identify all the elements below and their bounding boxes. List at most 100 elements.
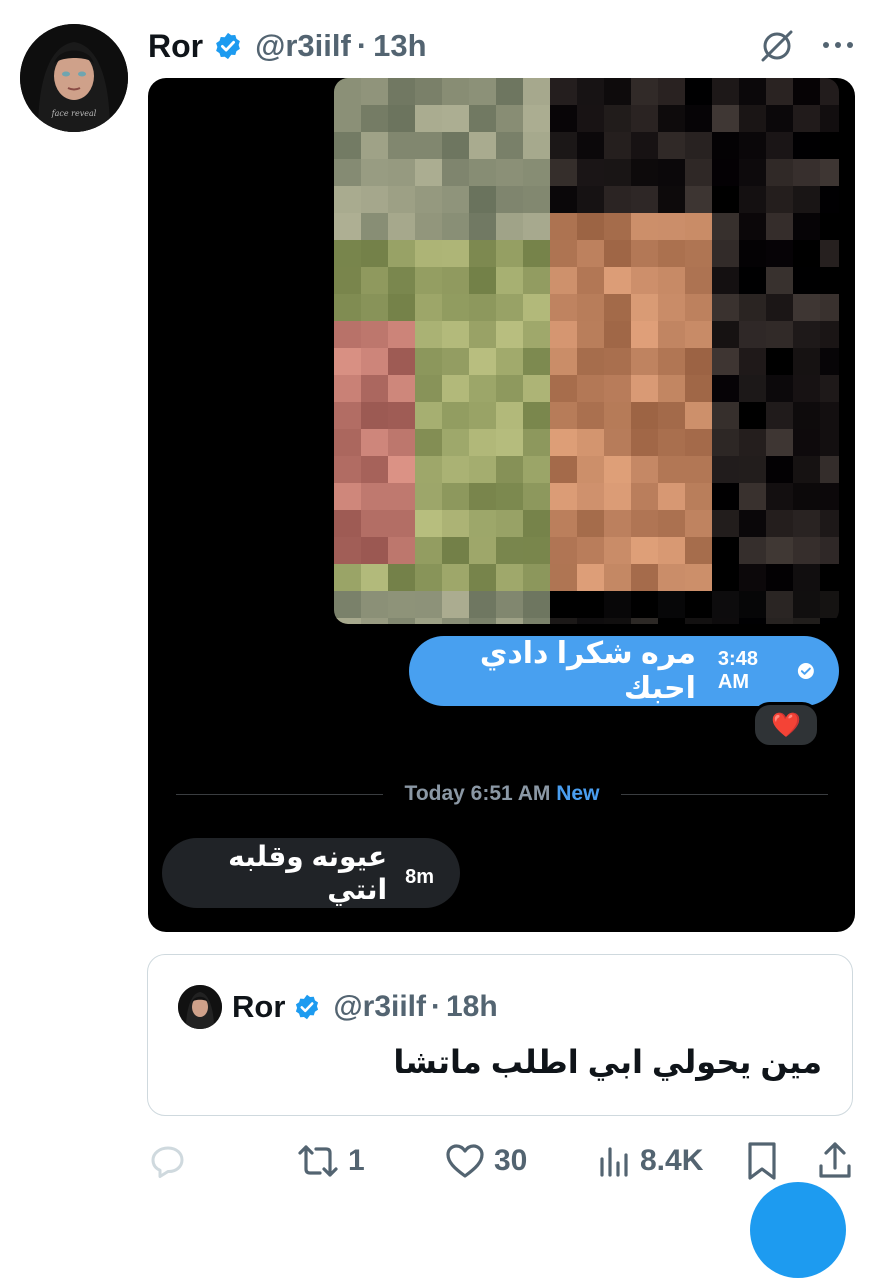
like-button[interactable]: 30 bbox=[444, 1136, 527, 1186]
mosaic-tile bbox=[577, 402, 605, 430]
mosaic-tile bbox=[766, 429, 794, 457]
retweet-button[interactable]: 1 bbox=[296, 1136, 365, 1186]
mosaic-tile bbox=[496, 429, 524, 457]
mosaic-tile bbox=[388, 240, 416, 268]
mosaic-tile bbox=[739, 456, 767, 484]
mosaic-tile bbox=[415, 186, 443, 214]
mosaic-tile bbox=[793, 456, 821, 484]
mosaic-tile bbox=[550, 564, 578, 592]
author-name[interactable]: Ror bbox=[148, 28, 203, 65]
mosaic-tile bbox=[361, 240, 389, 268]
mosaic-tile bbox=[766, 402, 794, 430]
tweet-time[interactable]: 13h bbox=[373, 28, 426, 64]
mosaic-tile bbox=[550, 267, 578, 295]
mosaic-tile bbox=[415, 483, 443, 511]
mosaic-tile bbox=[685, 132, 713, 160]
mosaic-tile bbox=[793, 267, 821, 295]
mosaic-tile bbox=[442, 159, 470, 187]
mosaic-tile bbox=[469, 321, 497, 349]
mosaic-tile bbox=[523, 483, 551, 511]
mosaic-tile bbox=[361, 510, 389, 538]
mosaic-tile bbox=[415, 267, 443, 295]
mosaic-tile bbox=[604, 240, 632, 268]
mosaic-tile bbox=[712, 375, 740, 403]
mosaic-tile bbox=[739, 213, 767, 241]
mosaic-tile bbox=[334, 348, 362, 376]
mosaic-tile bbox=[469, 186, 497, 214]
mosaic-tile bbox=[685, 267, 713, 295]
mosaic-tile bbox=[361, 321, 389, 349]
mosaic-tile bbox=[388, 375, 416, 403]
heart-reaction-icon: ❤️ bbox=[771, 711, 801, 739]
mosaic-tile bbox=[739, 78, 767, 106]
mosaic-tile bbox=[388, 456, 416, 484]
mosaic-tile bbox=[523, 105, 551, 133]
mosaic-tile bbox=[631, 618, 659, 624]
quoted-tweet-time[interactable]: 18h bbox=[446, 990, 498, 1024]
mosaic-tile bbox=[577, 240, 605, 268]
author-handle[interactable]: @r3iilf bbox=[255, 28, 351, 64]
mosaic-tile bbox=[577, 105, 605, 133]
mosaic-tile bbox=[820, 213, 839, 241]
mosaic-tile bbox=[820, 537, 839, 565]
share-button[interactable] bbox=[816, 1136, 854, 1186]
mosaic-tile bbox=[820, 159, 839, 187]
mosaic-tile bbox=[550, 510, 578, 538]
mosaic-tile bbox=[415, 564, 443, 592]
author-avatar[interactable]: face reveal bbox=[20, 24, 128, 132]
mosaic-tile bbox=[523, 537, 551, 565]
more-options-icon[interactable] bbox=[818, 28, 858, 62]
mosaic-tile bbox=[631, 186, 659, 214]
new-badge: New bbox=[556, 782, 600, 805]
mosaic-tile bbox=[739, 429, 767, 457]
mosaic-tile bbox=[604, 618, 632, 624]
mosaic-tile bbox=[631, 348, 659, 376]
reply-button[interactable] bbox=[148, 1136, 196, 1186]
mosaic-tile bbox=[550, 132, 578, 160]
mosaic-tile bbox=[361, 186, 389, 214]
mosaic-tile bbox=[631, 375, 659, 403]
mosaic-tile bbox=[793, 159, 821, 187]
tweet-media[interactable]: مره شكرا دادي احبك 3:48 AM ❤️ Today 6:51… bbox=[148, 78, 855, 932]
mosaic-tile bbox=[550, 78, 578, 106]
incoming-message-bubble[interactable]: عيونه وقلبه انتي 8m bbox=[162, 838, 460, 908]
quoted-author-avatar[interactable] bbox=[178, 985, 222, 1029]
quoted-tweet[interactable]: Ror @r3iilf · 18h مين يحولي ابي اطلب مات… bbox=[147, 954, 853, 1116]
views-button[interactable]: 8.4K bbox=[596, 1136, 703, 1186]
mosaic-tile bbox=[523, 267, 551, 295]
mosaic-tile bbox=[550, 213, 578, 241]
bookmark-button[interactable] bbox=[744, 1136, 780, 1186]
mosaic-tile bbox=[388, 186, 416, 214]
mosaic-tile bbox=[442, 618, 470, 624]
mosaic-tile bbox=[820, 591, 839, 619]
mosaic-tile bbox=[388, 537, 416, 565]
mosaic-tile bbox=[658, 591, 686, 619]
mosaic-tile bbox=[793, 240, 821, 268]
mosaic-tile bbox=[550, 105, 578, 133]
mosaic-tile bbox=[685, 618, 713, 624]
mosaic-tile bbox=[820, 429, 839, 457]
quoted-author-handle[interactable]: @r3iilf bbox=[333, 990, 426, 1024]
mosaic-tile bbox=[361, 78, 389, 106]
message-reaction[interactable]: ❤️ bbox=[752, 702, 820, 748]
mosaic-tile bbox=[469, 348, 497, 376]
mosaic-tile bbox=[685, 348, 713, 376]
mosaic-tile bbox=[523, 348, 551, 376]
mosaic-tile bbox=[658, 348, 686, 376]
outgoing-message-bubble[interactable]: مره شكرا دادي احبك 3:48 AM bbox=[409, 636, 839, 706]
mosaic-tile bbox=[442, 402, 470, 430]
divider-timestamp: Today 6:51 AM bbox=[404, 782, 551, 805]
grok-icon[interactable] bbox=[757, 26, 797, 66]
mosaic-tile bbox=[712, 402, 740, 430]
verified-badge-icon[interactable] bbox=[213, 31, 243, 61]
quoted-author-name[interactable]: Ror bbox=[232, 989, 285, 1025]
mosaic-tile bbox=[820, 294, 839, 322]
mosaic-tile bbox=[388, 483, 416, 511]
compose-button[interactable] bbox=[750, 1182, 846, 1278]
mosaic-tile bbox=[685, 510, 713, 538]
mosaic-tile bbox=[415, 78, 443, 106]
heart-icon bbox=[446, 1144, 484, 1178]
mosaic-tile bbox=[577, 375, 605, 403]
mosaic-tile bbox=[577, 213, 605, 241]
mosaic-tile bbox=[577, 591, 605, 619]
